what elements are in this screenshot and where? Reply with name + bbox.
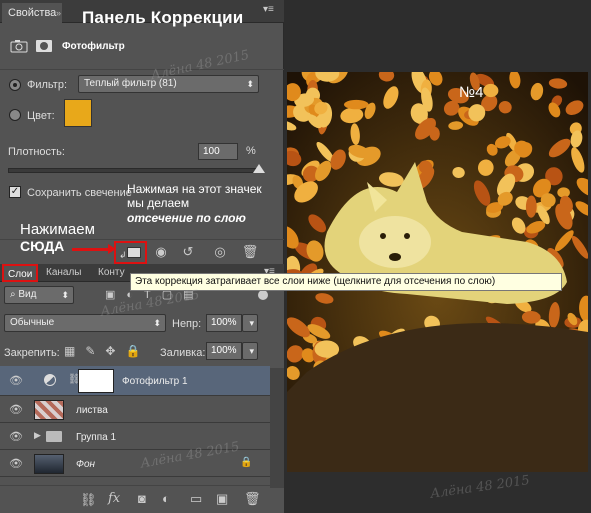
layers-scrollbar[interactable] xyxy=(270,368,284,488)
eye-icon[interactable]: 👁 xyxy=(8,403,24,416)
opacity-label: Непр: xyxy=(172,318,202,330)
density-slider[interactable] xyxy=(8,164,265,173)
properties-panel: Свойства » ▾≡ Панель Коррекции Фотофильт… xyxy=(0,0,284,264)
new-adjustment-icon[interactable]: ◐ xyxy=(162,491,170,506)
tab-paths[interactable]: Конту xyxy=(94,264,129,282)
density-input[interactable]: 100 xyxy=(198,143,238,160)
layer-mask-thumb[interactable] xyxy=(78,369,114,393)
panel-menu-icon[interactable]: ▾≡ xyxy=(263,4,274,15)
properties-footer: ↲ ◉ ↺ ◎ 🗑 xyxy=(0,239,284,264)
preserve-label: Сохранить свечение xyxy=(27,187,132,199)
trash-icon[interactable]: 🗑 xyxy=(240,244,260,260)
tab-channels[interactable]: Каналы xyxy=(42,264,86,282)
layer-name: Фон xyxy=(76,459,96,470)
clip-hint-line2: мы делаем xyxy=(127,196,190,210)
select-arrow-icon: ⬍ xyxy=(153,318,161,328)
blend-mode-value: Обычные xyxy=(10,317,55,328)
kind-label: Вид xyxy=(18,289,37,300)
leaf xyxy=(344,99,369,110)
filter-toggle-icon[interactable] xyxy=(258,290,268,300)
kind-filter-select[interactable]: ⌕ Вид ⬍ xyxy=(4,286,74,304)
lock-label: Закрепить: xyxy=(4,347,60,359)
layer-row-photo-filter[interactable]: 👁 ⛓ Фотофильтр 1 xyxy=(0,366,270,396)
density-label: Плотность: xyxy=(8,146,65,158)
slider-handle[interactable] xyxy=(253,164,265,173)
canvas-photo: №4 xyxy=(287,72,588,472)
layer-name: Фотофильтр 1 xyxy=(122,376,188,387)
canvas-label: №4 xyxy=(459,84,484,101)
expand-arrow-icon[interactable]: ▶ xyxy=(34,430,41,441)
fill-input[interactable]: 100% xyxy=(206,342,242,360)
color-label: Цвет: xyxy=(27,110,55,122)
fx-icon[interactable]: fx xyxy=(108,491,120,506)
clip-hint-line3: отсечение по слою xyxy=(127,211,246,225)
link-layers-icon[interactable]: ⛓ xyxy=(80,492,97,508)
camera-icon xyxy=(10,39,28,53)
new-group-icon[interactable]: ▭ xyxy=(190,491,202,507)
select-arrow-icon: ⬍ xyxy=(61,290,69,300)
tab-properties[interactable]: Свойства xyxy=(2,3,63,23)
layer-name: Группа 1 xyxy=(76,432,117,443)
view-previous-icon[interactable]: ◉ xyxy=(151,244,171,260)
color-radio[interactable] xyxy=(9,109,21,121)
layers-footer: ⛓ fx ◙ ◐ ▭ ▣ 🗑 xyxy=(0,485,284,513)
lock-icons[interactable]: ▦✎✥🔒 xyxy=(64,344,150,358)
layer-thumb xyxy=(34,400,64,420)
eye-icon[interactable]: 👁 xyxy=(8,457,24,470)
new-layer-icon[interactable]: ▣ xyxy=(216,491,228,507)
chevron-down-icon: ▾ xyxy=(249,318,254,328)
filter-radio[interactable] xyxy=(9,79,21,91)
reset-icon[interactable]: ↺ xyxy=(178,244,198,260)
folder-icon xyxy=(46,431,62,442)
fill-dropdown[interactable]: ▾ xyxy=(242,342,258,360)
adjustment-layer-icon xyxy=(44,374,56,386)
eye-icon[interactable]: 👁 xyxy=(8,430,24,443)
layer-name: листва xyxy=(76,405,108,416)
visibility-icon[interactable]: ◎ xyxy=(210,244,230,260)
opacity-input[interactable]: 100% xyxy=(206,314,242,332)
mask-icon[interactable] xyxy=(36,40,52,52)
tab-layers[interactable]: Слои xyxy=(2,264,39,282)
adjustment-name: Фотофильтр xyxy=(62,41,125,52)
clip-hint-line1: Нажимая на этот значек xyxy=(127,182,262,196)
color-swatch[interactable] xyxy=(64,99,92,127)
clip-to-layer-button[interactable]: ↲ xyxy=(114,241,147,264)
fill-label: Заливка: xyxy=(160,347,206,359)
trash-icon[interactable]: 🗑 xyxy=(244,491,261,507)
preserve-checkbox[interactable]: ✓ xyxy=(9,186,21,198)
press-line1: Нажимаем xyxy=(20,221,95,238)
select-arrow-icon: ⬍ xyxy=(246,79,254,89)
blend-mode-select[interactable]: Обычные ⬍ xyxy=(4,314,166,332)
lock-icon: 🔒 xyxy=(240,457,253,468)
chevron-down-icon: ▾ xyxy=(249,346,254,356)
layer-thumb xyxy=(34,454,64,474)
layer-row-foliage[interactable]: 👁 листва xyxy=(0,397,270,423)
density-unit: % xyxy=(246,145,256,157)
add-mask-icon[interactable]: ◙ xyxy=(138,491,146,506)
eye-icon[interactable]: 👁 xyxy=(8,374,24,387)
opacity-dropdown[interactable]: ▾ xyxy=(242,314,258,332)
collapse-icon[interactable]: » xyxy=(56,4,61,22)
filter-label: Фильтр: xyxy=(27,79,68,91)
